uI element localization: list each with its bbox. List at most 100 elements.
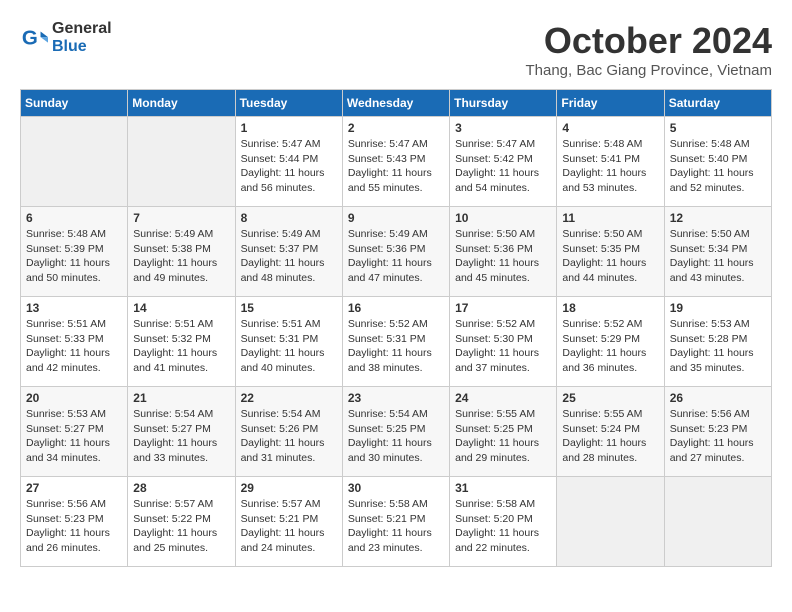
day-info: Sunrise: 5:55 AMSunset: 5:25 PMDaylight:… (455, 407, 551, 466)
calendar-cell: 4Sunrise: 5:48 AMSunset: 5:41 PMDaylight… (557, 117, 664, 207)
day-info-line: Daylight: 11 hours (670, 167, 754, 179)
day-info-line: Sunrise: 5:55 AM (455, 408, 535, 420)
day-info-line: and 40 minutes. (241, 362, 316, 374)
day-info-line: and 36 minutes. (562, 362, 637, 374)
day-info-line: Sunset: 5:23 PM (670, 423, 748, 435)
day-info-line: Sunrise: 5:52 AM (455, 318, 535, 330)
day-info-line: and 52 minutes. (670, 182, 745, 194)
day-info-line: Daylight: 11 hours (348, 347, 432, 359)
calendar-week-row: 1Sunrise: 5:47 AMSunset: 5:44 PMDaylight… (21, 117, 772, 207)
day-info-line: Sunrise: 5:50 AM (455, 228, 535, 240)
day-info-line: Daylight: 11 hours (26, 257, 110, 269)
day-info-line: and 38 minutes. (348, 362, 423, 374)
calendar-cell: 28Sunrise: 5:57 AMSunset: 5:22 PMDayligh… (128, 477, 235, 567)
column-header-friday: Friday (557, 90, 664, 117)
calendar-cell: 27 Sunrise: 5:56 AMSunset: 5:23 PMDayligh… (21, 477, 128, 567)
day-info-line: Sunset: 5:36 PM (455, 243, 533, 255)
day-info: Sunrise: 5:47 AMSunset: 5:42 PMDaylight:… (455, 137, 551, 196)
day-info-line: Sunset: 5:24 PM (562, 423, 640, 435)
day-number: 31 (455, 481, 551, 495)
day-info-line: Sunset: 5:33 PM (26, 333, 104, 345)
day-info: Sunrise: 5:48 AMSunset: 5:41 PMDaylight:… (562, 137, 658, 196)
day-info: Sunrise: 5:49 AMSunset: 5:36 PMDaylight:… (348, 227, 444, 286)
day-info: Sunrise: 5:50 AMSunset: 5:34 PMDaylight:… (670, 227, 766, 286)
day-number: 1 (241, 121, 337, 135)
logo-icon: G (20, 24, 48, 52)
calendar-cell: 21Sunrise: 5:54 AMSunset: 5:27 PMDayligh… (128, 387, 235, 477)
calendar-cell: 6Sunrise: 5:48 AMSunset: 5:39 PMDaylight… (21, 207, 128, 297)
day-info-line: and 48 minutes. (241, 272, 316, 284)
column-header-wednesday: Wednesday (342, 90, 449, 117)
day-number: 24 (455, 391, 551, 405)
day-info-line: Sunrise: 5:51 AM (133, 318, 213, 330)
calendar-cell: 23Sunrise: 5:54 AMSunset: 5:25 PMDayligh… (342, 387, 449, 477)
day-info: Sunrise: 5:56 AMSunset: 5:23 PMDaylight:… (26, 497, 122, 556)
day-info-line: Sunrise: 5:52 AM (562, 318, 642, 330)
day-number: 27 (26, 481, 122, 495)
day-number: 15 (241, 301, 337, 315)
day-number: 8 (241, 211, 337, 225)
calendar-cell: 31Sunrise: 5:58 AMSunset: 5:20 PMDayligh… (450, 477, 557, 567)
day-number: 26 (670, 391, 766, 405)
day-info-line: and 42 minutes. (26, 362, 101, 374)
column-header-monday: Monday (128, 90, 235, 117)
day-info-line: Daylight: 11 hours (670, 257, 754, 269)
day-info-line: Sunrise: 5:47 AM (348, 138, 428, 150)
day-info-line: Sunrise: 5:58 AM (455, 498, 535, 510)
day-info-line: and 37 minutes. (455, 362, 530, 374)
calendar-table: SundayMondayTuesdayWednesdayThursdayFrid… (20, 89, 772, 567)
subtitle: Thang, Bac Giang Province, Vietnam (525, 62, 772, 79)
day-info-line: Sunrise: 5:49 AM (133, 228, 213, 240)
calendar-cell (21, 117, 128, 207)
day-info-line: Daylight: 11 hours (133, 527, 217, 539)
day-info-line: Sunset: 5:23 PM (26, 513, 104, 525)
day-info-line: and 33 minutes. (133, 452, 208, 464)
calendar-header-row: SundayMondayTuesdayWednesdayThursdayFrid… (21, 90, 772, 117)
calendar-cell: 3Sunrise: 5:47 AMSunset: 5:42 PMDaylight… (450, 117, 557, 207)
day-info-line: and 53 minutes. (562, 182, 637, 194)
day-info-line: Sunset: 5:21 PM (241, 513, 319, 525)
day-info-line: and 56 minutes. (241, 182, 316, 194)
day-info-line: Sunset: 5:27 PM (26, 423, 104, 435)
day-info-line: Daylight: 11 hours (455, 437, 539, 449)
day-info-line: and 22 minutes. (455, 542, 530, 554)
day-info-line: Daylight: 11 hours (348, 437, 432, 449)
day-info-line: Daylight: 11 hours (670, 347, 754, 359)
day-info-line: Sunrise: 5:50 AM (562, 228, 642, 240)
day-info-line: Daylight: 11 hours (241, 167, 325, 179)
calendar-cell: 26Sunrise: 5:56 AMSunset: 5:23 PMDayligh… (664, 387, 771, 477)
day-info-line: Daylight: 11 hours (241, 257, 325, 269)
day-info-line: and 47 minutes. (348, 272, 423, 284)
calendar-cell: 19Sunrise: 5:53 AMSunset: 5:28 PMDayligh… (664, 297, 771, 387)
day-number: 22 (241, 391, 337, 405)
day-info: Sunrise: 5:52 AMSunset: 5:30 PMDaylight:… (455, 317, 551, 376)
day-info-line: and 43 minutes. (670, 272, 745, 284)
day-info-line: Daylight: 11 hours (455, 257, 539, 269)
day-info: Sunrise: 5:53 AMSunset: 5:27 PMDaylight:… (26, 407, 122, 466)
day-info-line: Sunset: 5:25 PM (348, 423, 426, 435)
day-number: 2 (348, 121, 444, 135)
day-number: 28 (133, 481, 229, 495)
day-info-line: Sunrise: 5:50 AM (670, 228, 750, 240)
day-info: Sunrise: 5:50 AMSunset: 5:35 PMDaylight:… (562, 227, 658, 286)
day-info: Sunrise: 5:48 AM Sunset: 5:40 PM Daylight:… (670, 137, 766, 196)
day-info-line: Sunrise: 5:49 AM (348, 228, 428, 240)
calendar-week-row: 13Sunrise: 5:51 AMSunset: 5:33 PMDayligh… (21, 297, 772, 387)
day-info-line: Sunrise: 5:48 AM (670, 138, 750, 150)
day-info-line: Sunrise: 5:47 AM (241, 138, 321, 150)
day-number: 25 (562, 391, 658, 405)
calendar-cell: 17 Sunrise: 5:52 AMSunset: 5:30 PMDayligh… (450, 297, 557, 387)
day-info-line: Daylight: 11 hours (133, 347, 217, 359)
day-info-line: Daylight: 11 hours (241, 347, 325, 359)
day-info-line: Sunset: 5:39 PM (26, 243, 104, 255)
day-info-line: Daylight: 11 hours (562, 167, 646, 179)
day-info-line: Sunrise: 5:49 AM (241, 228, 321, 240)
svg-text:G: G (22, 26, 38, 49)
day-info-line: Sunrise: 5:53 AM (26, 408, 106, 420)
day-info: Sunrise: 5:51 AMSunset: 5:32 PMDaylight:… (133, 317, 229, 376)
day-number: 17 (455, 301, 551, 315)
day-info-line: Daylight: 11 hours (562, 437, 646, 449)
calendar-cell: 5Sunrise: 5:48 AMSunset: 5:40 PMDaylight… (664, 117, 771, 207)
day-info-line: Sunset: 5:40 PM (670, 153, 748, 165)
day-number: 18 (562, 301, 658, 315)
